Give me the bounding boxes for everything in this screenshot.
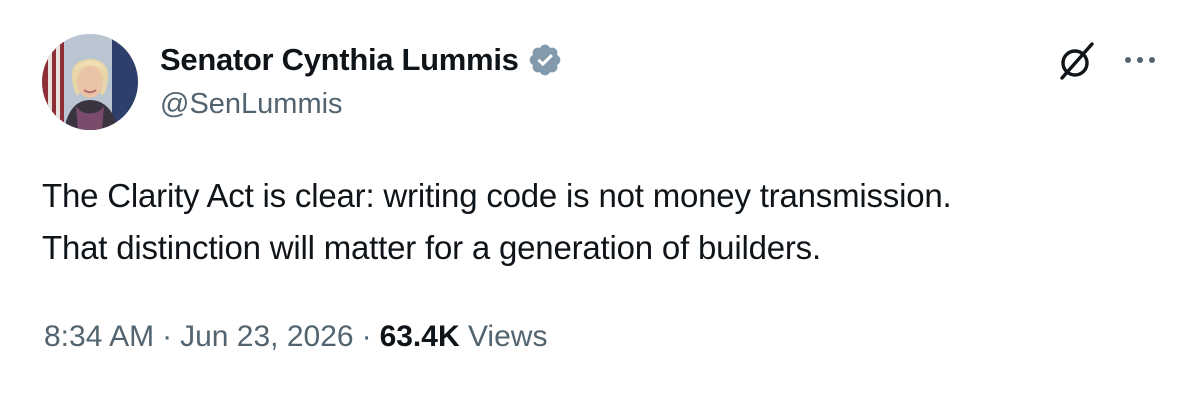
verified-badge-icon[interactable] — [527, 42, 563, 78]
grok-icon[interactable] — [1054, 38, 1100, 84]
tweet-text-line: That distinction will matter for a gener… — [42, 229, 821, 266]
author-name-row: Senator Cynthia Lummis — [160, 40, 563, 80]
views-label: Views — [467, 320, 548, 353]
tweet-time[interactable]: 8:34 AM — [44, 320, 154, 353]
tweet-metadata: 8:34 AM · Jun 23, 2026 · 63.4K Views — [44, 320, 547, 354]
tweet-text-line: The Clarity Act is clear: writing code i… — [42, 177, 952, 214]
tweet-date[interactable]: Jun 23, 2026 — [180, 320, 353, 353]
author-display-name[interactable]: Senator Cynthia Lummis — [160, 42, 519, 78]
meta-separator: · — [361, 320, 372, 353]
tweet-card: Senator Cynthia Lummis @SenLummis The Cl… — [0, 0, 1198, 400]
avatar-image — [42, 34, 138, 130]
avatar[interactable] — [42, 34, 138, 130]
more-icon[interactable] — [1118, 46, 1162, 74]
author-handle[interactable]: @SenLummis — [160, 88, 343, 121]
tweet-text: The Clarity Act is clear: writing code i… — [42, 170, 1162, 274]
meta-separator: · — [162, 320, 173, 353]
views-count: 63.4K — [379, 320, 460, 353]
